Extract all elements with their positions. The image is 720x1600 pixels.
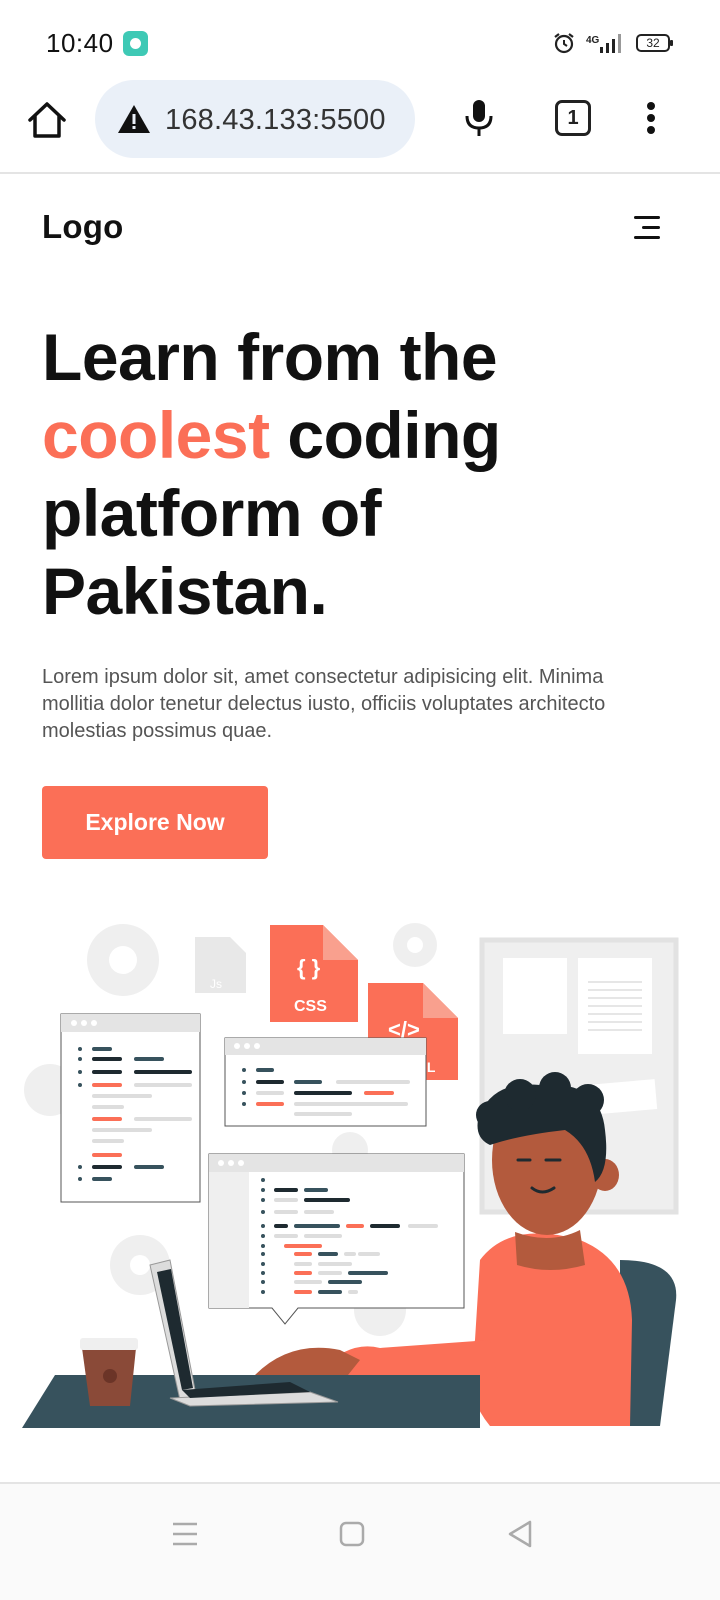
warning-icon[interactable] [117, 104, 151, 134]
hero-title-line1: Learn from the [42, 320, 498, 394]
site-header: Logo [42, 200, 678, 260]
home-square-icon[interactable] [332, 1514, 372, 1554]
tabs-button[interactable]: 1 [555, 100, 591, 136]
address-bar[interactable]: 168.43.133:5500 [95, 80, 415, 158]
status-time: 10:40 [46, 28, 114, 58]
status-indicators: 4G 32 [552, 30, 673, 56]
site-logo[interactable]: Logo [42, 208, 123, 246]
code-window-main [208, 1153, 465, 1325]
hamburger-icon[interactable] [632, 216, 660, 242]
network-type: 4G [586, 35, 600, 46]
hero-title-accent: coolest [42, 398, 270, 472]
coffee-cup [80, 1338, 138, 1406]
svg-text:Js: Js [210, 977, 222, 991]
recent-apps-icon[interactable] [165, 1514, 205, 1554]
app-notification-icon [123, 31, 148, 56]
alarm-icon [554, 33, 574, 54]
signal-icon: 4G [586, 34, 621, 53]
microphone-icon[interactable] [463, 98, 495, 138]
js-file-icon: Js [195, 937, 246, 993]
back-triangle-icon[interactable] [500, 1514, 540, 1554]
battery-icon: 32 [636, 34, 673, 52]
css-file-icon: { } CSS [270, 925, 358, 1022]
hero-title: Learn from the coolest coding platform o… [42, 318, 662, 630]
browser-toolbar: 168.43.133:5500 1 [0, 78, 720, 174]
hero-description: Lorem ipsum dolor sit, amet consectetur … [42, 666, 606, 742]
code-window-left [60, 1013, 201, 1203]
more-vert-icon[interactable] [636, 98, 666, 138]
url-text[interactable]: 168.43.133:5500 [165, 104, 386, 137]
home-icon[interactable] [26, 100, 68, 140]
explore-now-button[interactable]: Explore Now [42, 786, 268, 859]
system-nav-bar [0, 1482, 720, 1600]
status-bar: 10:40 4G 32 [0, 0, 720, 80]
hero-illustration: Js { } CSS </> IL [22, 923, 679, 1428]
svg-text:CSS: CSS [294, 998, 327, 1015]
code-window-middle [224, 1037, 427, 1127]
svg-text:{ }: { } [297, 955, 321, 980]
